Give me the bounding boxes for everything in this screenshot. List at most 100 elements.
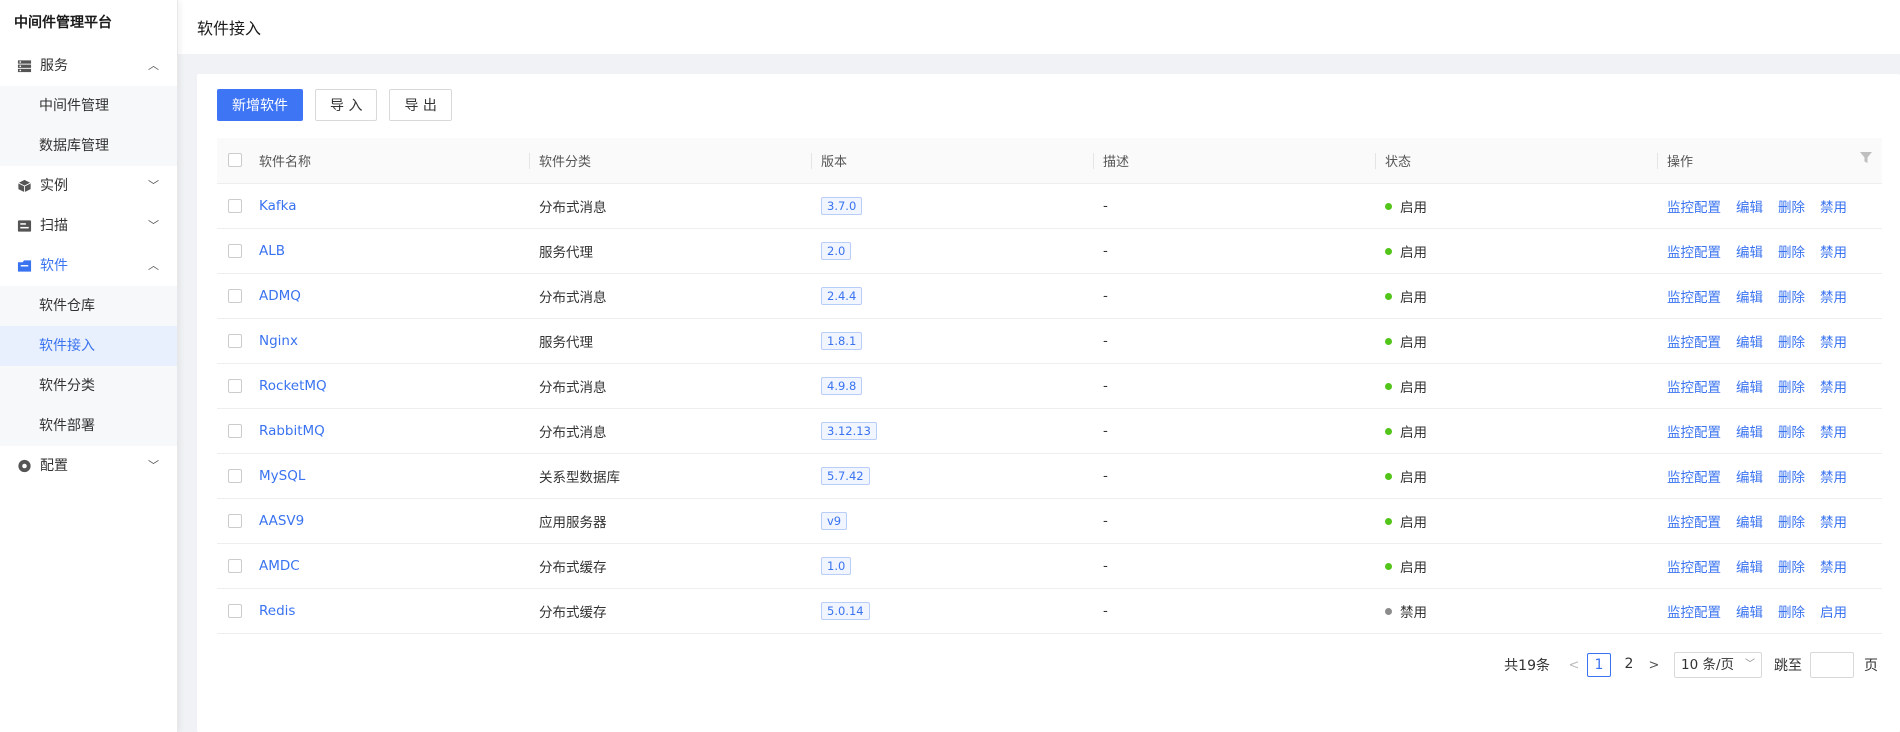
page-2-button[interactable]: 2 — [1617, 653, 1641, 677]
edit-link[interactable]: 编辑 — [1736, 560, 1763, 576]
monitor-config-link[interactable]: 监控配置 — [1667, 200, 1721, 216]
page-size-select[interactable]: 10 条/页 ﹀ — [1674, 652, 1762, 678]
edit-link[interactable]: 编辑 — [1736, 470, 1763, 486]
toggle-status-link[interactable]: 禁用 — [1820, 470, 1847, 486]
menu-item-scan[interactable]: 扫描 ﹀ — [0, 206, 177, 246]
toggle-status-link[interactable]: 禁用 — [1820, 200, 1847, 216]
edit-link[interactable]: 编辑 — [1736, 335, 1763, 351]
menu-item-instances[interactable]: 实例 ﹀ — [0, 166, 177, 206]
monitor-config-link[interactable]: 监控配置 — [1667, 380, 1721, 396]
delete-link[interactable]: 删除 — [1778, 380, 1805, 396]
table-row: RocketMQ 分布式消息 4.9.8 - 启用 监控配置 编辑 删除 禁用 — [217, 363, 1882, 408]
software-name-link[interactable]: ADMQ — [259, 288, 301, 304]
delete-link[interactable]: 删除 — [1778, 425, 1805, 441]
ops-cell: 监控配置 编辑 删除 禁用 — [1657, 228, 1882, 273]
monitor-config-link[interactable]: 监控配置 — [1667, 515, 1721, 531]
add-software-button[interactable]: 新增软件 — [217, 89, 303, 121]
sidebar-item-middleware[interactable]: 中间件管理 — [0, 86, 177, 126]
edit-link[interactable]: 编辑 — [1736, 425, 1763, 441]
status-dot — [1385, 563, 1392, 570]
toggle-status-link[interactable]: 禁用 — [1820, 515, 1847, 531]
edit-link[interactable]: 编辑 — [1736, 245, 1763, 261]
software-name-link[interactable]: Kafka — [259, 198, 297, 214]
menu-label: 实例 — [40, 178, 68, 194]
status-dot — [1385, 473, 1392, 480]
select-all-checkbox[interactable] — [228, 153, 242, 168]
software-name-link[interactable]: RabbitMQ — [259, 423, 325, 439]
menu-item-software[interactable]: 软件 ︿ — [0, 246, 177, 286]
toggle-status-link[interactable]: 禁用 — [1820, 380, 1847, 396]
monitor-config-link[interactable]: 监控配置 — [1667, 290, 1721, 306]
delete-link[interactable]: 删除 — [1778, 560, 1805, 576]
ops-cell: 监控配置 编辑 删除 禁用 — [1657, 453, 1882, 498]
row-checkbox[interactable] — [228, 198, 242, 213]
chevron-up-icon: ︿ — [148, 259, 159, 272]
delete-link[interactable]: 删除 — [1778, 470, 1805, 486]
edit-link[interactable]: 编辑 — [1736, 290, 1763, 306]
software-name-link[interactable]: AASV9 — [259, 513, 304, 529]
delete-link[interactable]: 删除 — [1778, 290, 1805, 306]
software-name-link[interactable]: Redis — [259, 603, 295, 619]
sidebar-item-database[interactable]: 数据库管理 — [0, 126, 177, 166]
edit-link[interactable]: 编辑 — [1736, 380, 1763, 396]
row-select-cell — [217, 588, 249, 633]
row-checkbox[interactable] — [228, 603, 242, 618]
toggle-status-link[interactable]: 禁用 — [1820, 245, 1847, 261]
toggle-status-link[interactable]: 禁用 — [1820, 425, 1847, 441]
sidebar-item-software-deploy[interactable]: 软件部署 — [0, 406, 177, 446]
next-page-icon[interactable]: > — [1644, 658, 1664, 673]
software-name-link[interactable]: Nginx — [259, 333, 298, 349]
edit-link[interactable]: 编辑 — [1736, 515, 1763, 531]
toggle-status-link[interactable]: 禁用 — [1820, 335, 1847, 351]
menu-item-config[interactable]: 配置 ﹀ — [0, 446, 177, 486]
monitor-config-link[interactable]: 监控配置 — [1667, 425, 1721, 441]
row-checkbox[interactable] — [228, 468, 242, 483]
page-1-button[interactable]: 1 — [1587, 653, 1611, 677]
sidebar-item-software-category[interactable]: 软件分类 — [0, 366, 177, 406]
row-checkbox[interactable] — [228, 513, 242, 528]
delete-link[interactable]: 删除 — [1778, 515, 1805, 531]
export-button[interactable]: 导 出 — [389, 89, 452, 121]
sidebar-item-software-access[interactable]: 软件接入 — [0, 326, 177, 366]
desc-cell: - — [1103, 242, 1108, 259]
import-button[interactable]: 导 入 — [315, 89, 378, 121]
delete-link[interactable]: 删除 — [1778, 335, 1805, 351]
name-cell: ALB — [249, 228, 529, 273]
toggle-status-link[interactable]: 禁用 — [1820, 290, 1847, 306]
jump-page-input[interactable] — [1810, 652, 1854, 678]
monitor-config-link[interactable]: 监控配置 — [1667, 335, 1721, 351]
sidebar-item-software-repo[interactable]: 软件仓库 — [0, 286, 177, 326]
column-divider — [1375, 153, 1376, 169]
software-name-link[interactable]: ALB — [259, 243, 285, 259]
status-cell: 启用 — [1375, 183, 1657, 228]
name-cell: MySQL — [249, 453, 529, 498]
software-name-link[interactable]: AMDC — [259, 558, 300, 574]
cube-icon — [18, 179, 31, 193]
monitor-config-link[interactable]: 监控配置 — [1667, 245, 1721, 261]
version-cell: 4.9.8 — [811, 363, 1093, 408]
row-checkbox[interactable] — [228, 243, 242, 258]
monitor-config-link[interactable]: 监控配置 — [1667, 470, 1721, 486]
menu-label: 软件 — [40, 258, 68, 274]
delete-link[interactable]: 删除 — [1778, 245, 1805, 261]
menu-item-services[interactable]: 服务 ︿ — [0, 46, 177, 86]
row-checkbox[interactable] — [228, 558, 242, 573]
row-checkbox[interactable] — [228, 333, 242, 348]
toggle-status-link[interactable]: 禁用 — [1820, 560, 1847, 576]
software-name-link[interactable]: RocketMQ — [259, 378, 327, 394]
software-name-link[interactable]: MySQL — [259, 468, 305, 484]
desc-cell: - — [1103, 467, 1108, 484]
row-checkbox[interactable] — [228, 378, 242, 393]
row-checkbox[interactable] — [228, 423, 242, 438]
prev-page-icon[interactable]: < — [1564, 658, 1584, 673]
monitor-config-link[interactable]: 监控配置 — [1667, 605, 1721, 621]
delete-link[interactable]: 删除 — [1778, 605, 1805, 621]
edit-link[interactable]: 编辑 — [1736, 200, 1763, 216]
row-checkbox[interactable] — [228, 288, 242, 303]
toggle-status-link[interactable]: 启用 — [1820, 605, 1847, 621]
edit-link[interactable]: 编辑 — [1736, 605, 1763, 621]
delete-link[interactable]: 删除 — [1778, 200, 1805, 216]
monitor-config-link[interactable]: 监控配置 — [1667, 560, 1721, 576]
filter-icon[interactable] — [1860, 152, 1872, 164]
name-cell: RabbitMQ — [249, 408, 529, 453]
